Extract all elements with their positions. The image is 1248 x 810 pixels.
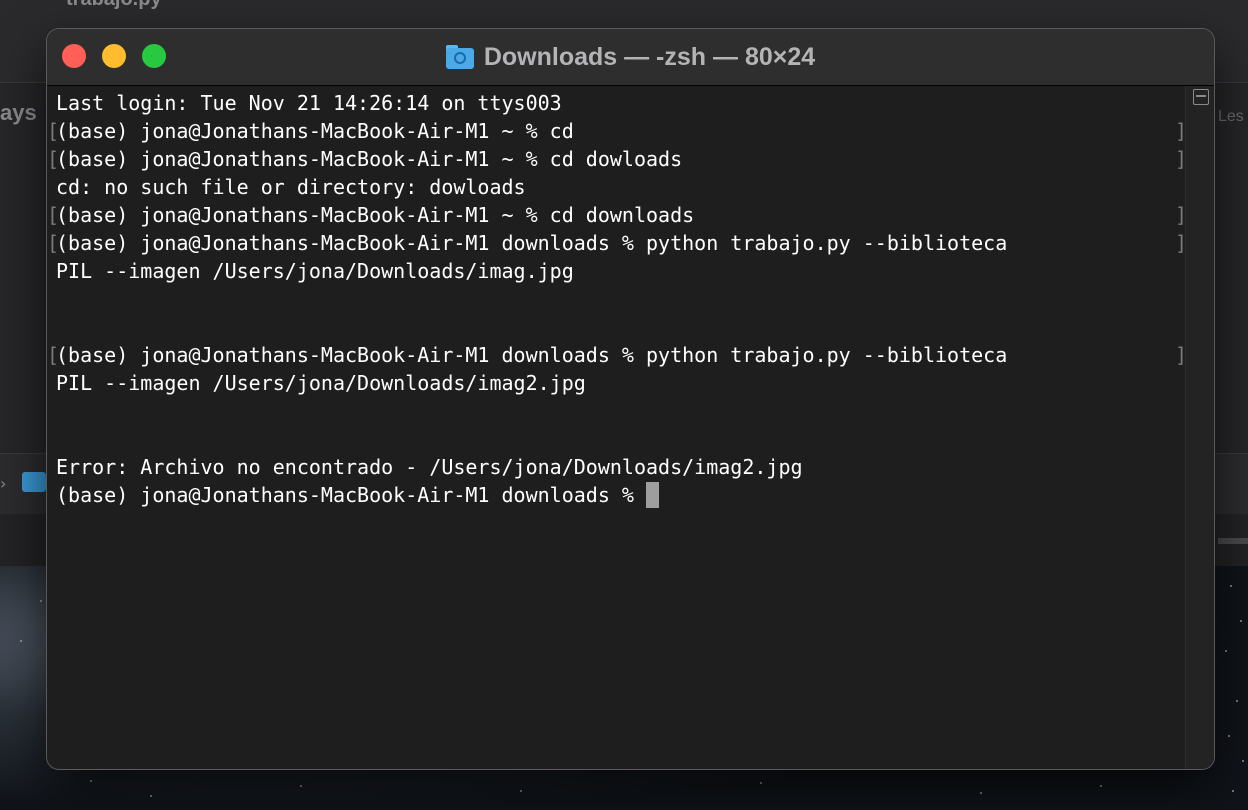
star (90, 780, 92, 782)
split-pane-icon[interactable] (1193, 89, 1209, 105)
star (520, 790, 522, 792)
terminal-line: Error: Archivo no encontrado - /Users/jo… (56, 455, 803, 479)
command-mark-left: [ (47, 203, 60, 227)
terminal-output[interactable]: Last login: Tue Nov 21 14:26:14 on ttys0… (47, 86, 1187, 769)
star (1100, 785, 1102, 787)
star (40, 600, 42, 602)
star (1232, 790, 1234, 792)
text-cursor (646, 481, 660, 508)
terminal-line: (base) jona@Jonathans-MacBook-Air-M1 ~ %… (56, 147, 683, 171)
terminal-line: cd: no such file or directory: dowloads (56, 175, 526, 199)
command-mark-left: [ (47, 343, 60, 367)
star (1242, 760, 1244, 762)
terminal-line: (base) jona@Jonathans-MacBook-Air-M1 dow… (56, 343, 1008, 367)
terminal-line: (base) jona@Jonathans-MacBook-Air-M1 ~ %… (56, 119, 574, 143)
terminal-window[interactable]: Downloads — -zsh — 80×24 Last login: Tue… (47, 29, 1214, 769)
terminal-line: PIL --imagen /Users/jona/Downloads/imag2… (56, 371, 586, 395)
command-mark-left: [ (47, 119, 60, 143)
star (300, 785, 302, 787)
star (1236, 700, 1238, 702)
star (150, 795, 152, 797)
background-slider (1218, 538, 1248, 544)
chevron-right-icon: › (0, 474, 7, 493)
terminal-line: (base) jona@Jonathans-MacBook-Air-M1 ~ %… (56, 203, 695, 227)
window-title: Downloads — -zsh — 80×24 (483, 42, 816, 71)
command-mark-left: [ (47, 147, 60, 171)
background-partial-text-right: Les (1218, 108, 1244, 125)
star (1240, 620, 1242, 622)
background-partial-text-left: ays (0, 100, 37, 125)
command-mark-left: [ (47, 231, 60, 255)
prompt-line[interactable]: (base) jona@Jonathans-MacBook-Air-M1 dow… (56, 481, 660, 509)
star (1225, 650, 1227, 652)
star (1230, 585, 1232, 587)
scrollbar[interactable] (1185, 86, 1214, 769)
terminal-line: Last login: Tue Nov 21 14:26:14 on ttys0… (56, 91, 562, 115)
prompt-text: (base) jona@Jonathans-MacBook-Air-M1 dow… (56, 483, 647, 507)
star (980, 792, 982, 794)
star (20, 640, 22, 642)
folder-icon (22, 472, 46, 492)
terminal-line: (base) jona@Jonathans-MacBook-Air-M1 dow… (56, 231, 1008, 255)
title-bar[interactable]: Downloads — -zsh — 80×24 (47, 29, 1214, 86)
star (760, 782, 762, 784)
terminal-line: PIL --imagen /Users/jona/Downloads/imag.… (56, 259, 574, 283)
star (1228, 735, 1230, 737)
downloads-folder-icon (445, 45, 474, 69)
background-window-title: trabajo.py (66, 0, 162, 11)
